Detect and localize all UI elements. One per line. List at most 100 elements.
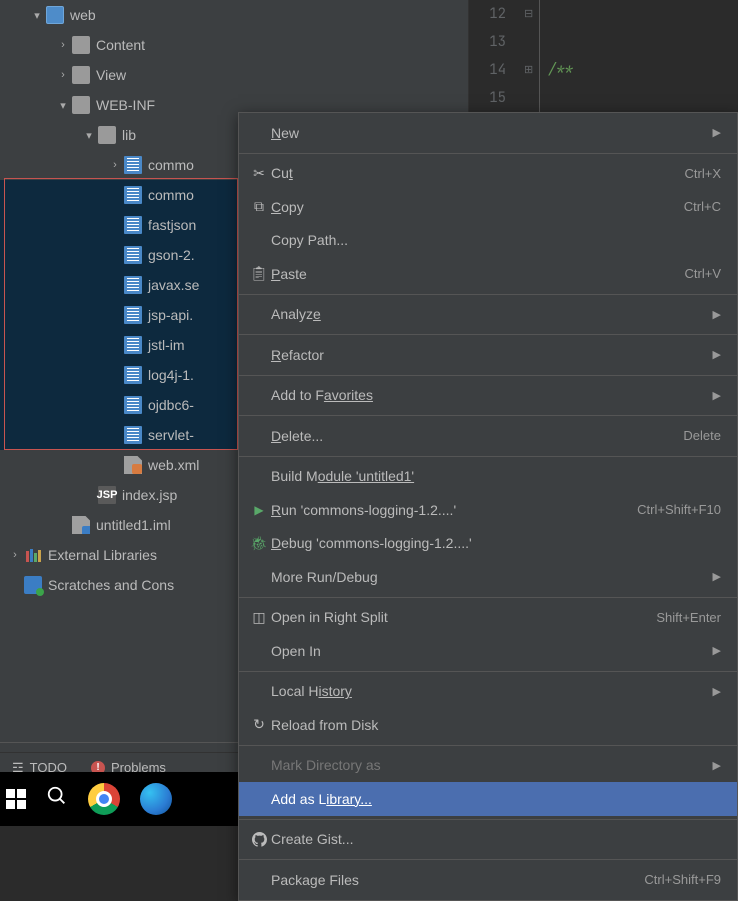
menu-delete[interactable]: Delete... Delete: [239, 419, 737, 453]
line-number: 13: [469, 28, 506, 56]
menu-shortcut: Ctrl+C: [684, 199, 721, 214]
submenu-arrow-icon: ▶: [709, 126, 721, 139]
menu-mark-directory: Mark Directory as ▶: [239, 749, 737, 783]
tree-label: WEB-INF: [96, 97, 155, 113]
menu-build-module[interactable]: Build Module 'untitled1': [239, 460, 737, 494]
line-number: 14: [469, 56, 506, 84]
menu-copy[interactable]: ⧉ Copy Ctrl+C: [239, 190, 737, 224]
folder-icon: [98, 126, 116, 144]
tree-label: commo: [148, 157, 194, 173]
menu-local-history[interactable]: Local History ▶: [239, 675, 737, 709]
code-line: /**: [548, 56, 649, 84]
clipboard-icon: 📋︎: [247, 265, 271, 282]
menu-label: Open In: [271, 643, 709, 659]
chevron-right-icon: ›: [54, 39, 72, 51]
jar-icon: [124, 276, 142, 294]
fold-close-icon[interactable]: ⊞: [524, 56, 539, 84]
menu-open-right-split[interactable]: ◫ Open in Right Split Shift+Enter: [239, 601, 737, 635]
tree-label: web: [70, 7, 96, 23]
submenu-arrow-icon: ▶: [709, 644, 721, 657]
menu-label: Create Gist...: [271, 831, 721, 847]
folder-icon: [72, 96, 90, 114]
menu-separator: [239, 294, 737, 295]
submenu-arrow-icon: ▶: [709, 759, 721, 772]
tree-label: Content: [96, 37, 145, 53]
menu-label: Reload from Disk: [271, 717, 721, 733]
menu-label: New: [271, 125, 709, 141]
menu-run[interactable]: ▶ Run 'commons-logging-1.2....' Ctrl+Shi…: [239, 493, 737, 527]
tree-item-content[interactable]: › Content: [0, 30, 468, 60]
menu-paste[interactable]: 📋︎ Paste Ctrl+V: [239, 257, 737, 291]
menu-analyze[interactable]: Analyze ▶: [239, 298, 737, 332]
chevron-right-icon: ›: [6, 549, 24, 561]
submenu-arrow-icon: ▶: [709, 348, 721, 361]
menu-shortcut: Ctrl+Shift+F9: [644, 872, 721, 887]
chevron-down-icon: ▾: [54, 99, 72, 112]
menu-label: Add as Library...: [271, 791, 721, 807]
tree-label: External Libraries: [48, 547, 157, 563]
menu-debug[interactable]: 🐞︎ Debug 'commons-logging-1.2....': [239, 527, 737, 561]
split-icon: ◫: [247, 609, 271, 626]
copy-icon: ⧉: [247, 198, 271, 215]
jar-icon: [124, 396, 142, 414]
menu-reload-from-disk[interactable]: ↻ Reload from Disk: [239, 708, 737, 742]
bug-icon: 🐞︎: [247, 535, 271, 552]
chevron-down-icon: ▾: [80, 129, 98, 142]
submenu-arrow-icon: ▶: [709, 308, 721, 321]
tree-label: fastjson: [148, 217, 196, 233]
jar-icon: [124, 156, 142, 174]
menu-label: Refactor: [271, 347, 709, 363]
folder-icon: [72, 66, 90, 84]
tree-item-view[interactable]: › View: [0, 60, 468, 90]
search-icon[interactable]: [46, 785, 68, 813]
menu-add-favorites[interactable]: Add to Favorites ▶: [239, 379, 737, 413]
jar-icon: [124, 216, 142, 234]
menu-label: Local History: [271, 683, 709, 699]
menu-label: Add to Favorites: [271, 387, 709, 403]
menu-separator: [239, 597, 737, 598]
menu-label: Package Files: [271, 872, 644, 888]
menu-package-files[interactable]: Package Files Ctrl+Shift+F9: [239, 863, 737, 897]
tree-label: Scratches and Cons: [48, 577, 174, 593]
tree-label: jsp-api.: [148, 307, 193, 323]
tree-label: log4j-1.: [148, 367, 194, 383]
menu-more-run-debug[interactable]: More Run/Debug ▶: [239, 560, 737, 594]
tree-label: View: [96, 67, 126, 83]
iml-file-icon: [72, 516, 90, 534]
menu-create-gist[interactable]: Create Gist...: [239, 823, 737, 857]
chrome-icon[interactable]: [88, 783, 120, 815]
menu-separator: [239, 456, 737, 457]
tree-label: gson-2.: [148, 247, 195, 263]
menu-copy-path[interactable]: Copy Path...: [239, 224, 737, 258]
tree-item-web[interactable]: ▾ web: [0, 0, 468, 30]
menu-separator: [239, 671, 737, 672]
submenu-arrow-icon: ▶: [709, 685, 721, 698]
menu-label: Copy: [271, 199, 684, 215]
menu-cut[interactable]: ✂ Cut Ctrl+X: [239, 157, 737, 191]
menu-add-as-library[interactable]: Add as Library...: [239, 782, 737, 816]
menu-open-in[interactable]: Open In ▶: [239, 634, 737, 668]
menu-shortcut: Ctrl+Shift+F10: [637, 502, 721, 517]
github-icon: [247, 832, 271, 847]
menu-label: Mark Directory as: [271, 757, 709, 773]
tree-label: commo: [148, 187, 194, 203]
jar-icon: [124, 336, 142, 354]
web-folder-icon: [46, 6, 64, 24]
menu-separator: [239, 819, 737, 820]
xml-file-icon: [124, 456, 142, 474]
tree-label: index.jsp: [122, 487, 177, 503]
tree-label: servlet-: [148, 427, 194, 443]
menu-new[interactable]: New ▶: [239, 116, 737, 150]
menu-separator: [239, 334, 737, 335]
fold-open-icon[interactable]: ⊟: [524, 0, 539, 28]
edge-icon[interactable]: [140, 783, 172, 815]
jar-icon: [124, 366, 142, 384]
menu-separator: [239, 415, 737, 416]
start-button[interactable]: [6, 789, 26, 809]
tree-label: untitled1.iml: [96, 517, 171, 533]
menu-label: Cut: [271, 165, 685, 181]
menu-refactor[interactable]: Refactor ▶: [239, 338, 737, 372]
reload-icon: ↻: [247, 716, 271, 733]
jsp-file-icon: JSP: [98, 486, 116, 504]
menu-shortcut: Shift+Enter: [656, 610, 721, 625]
